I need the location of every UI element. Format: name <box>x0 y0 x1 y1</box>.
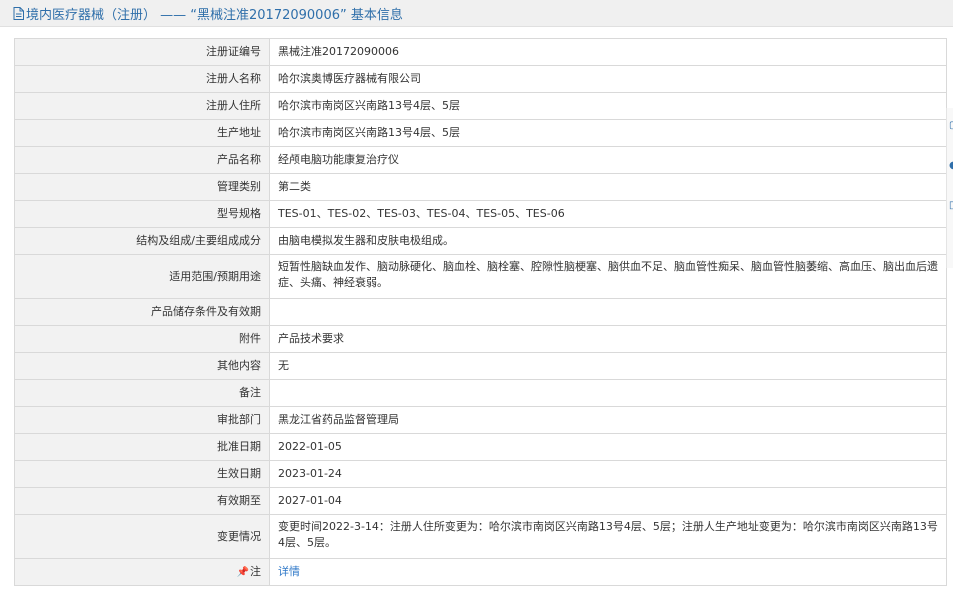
table-row: 注册人住所 哈尔滨市南岗区兴南路13号4层、5层 <box>14 92 947 120</box>
row-label: 批准日期 <box>14 433 270 461</box>
row-label: 产品储存条件及有效期 <box>14 298 270 326</box>
row-label: 生产地址 <box>14 119 270 147</box>
table-row: 管理类别 第二类 <box>14 173 947 201</box>
table-row: 生产地址 哈尔滨市南岗区兴南路13号4层、5层 <box>14 119 947 147</box>
dots-icon[interactable]: ⋮ <box>949 240 953 252</box>
registration-info-table: 注册证编号 黑械注准20172090006 注册人名称 哈尔滨奥博医疗器械有限公… <box>14 38 947 586</box>
square-icon[interactable]: □ <box>949 200 953 212</box>
table-row: 生效日期 2023-01-24 <box>14 460 947 488</box>
row-value <box>269 379 947 407</box>
row-value: 经颅电脑功能康复治疗仪 <box>269 146 947 174</box>
pin-icon: 📌 <box>236 566 249 578</box>
row-label: 型号规格 <box>14 200 270 228</box>
row-label: 变更情况 <box>14 514 270 559</box>
row-label: 注册人住所 <box>14 92 270 120</box>
row-value: 第二类 <box>269 173 947 201</box>
row-label: 其他内容 <box>14 352 270 380</box>
table-row: 注册人名称 哈尔滨奥博医疗器械有限公司 <box>14 65 947 93</box>
table-row: 审批部门 黑龙江省药品监督管理局 <box>14 406 947 434</box>
row-value: 哈尔滨奥博医疗器械有限公司 <box>269 65 947 93</box>
table-row: 变更情况 变更时间2022-3-14：注册人住所变更为：哈尔滨市南岗区兴南路13… <box>14 514 947 559</box>
row-value: 黑械注准20172090006 <box>269 38 947 66</box>
table-row: 产品名称 经颅电脑功能康复治疗仪 <box>14 146 947 174</box>
row-label: 结构及组成/主要组成成分 <box>14 227 270 255</box>
row-label: 注册人名称 <box>14 65 270 93</box>
row-value: 短暂性脑缺血发作、脑动脉硬化、脑血栓、脑栓塞、腔隙性脑梗塞、脑供血不足、脑血管性… <box>269 254 947 299</box>
row-value: 哈尔滨市南岗区兴南路13号4层、5层 <box>269 92 947 120</box>
row-label: 审批部门 <box>14 406 270 434</box>
row-label: 有效期至 <box>14 487 270 515</box>
note-value-cell: 详情 <box>269 558 947 586</box>
row-value: 2027-01-04 <box>269 487 947 515</box>
row-value: 黑龙江省药品监督管理局 <box>269 406 947 434</box>
table-row: 备注 <box>14 379 947 407</box>
row-value: TES-01、TES-02、TES-03、TES-04、TES-05、TES-0… <box>269 200 947 228</box>
row-value: 2023-01-24 <box>269 460 947 488</box>
row-label: 管理类别 <box>14 173 270 201</box>
details-link[interactable]: 详情 <box>278 565 300 578</box>
circle-icon[interactable]: ● <box>949 160 953 172</box>
row-value: 由脑电模拟发生器和皮肤电极组成。 <box>269 227 947 255</box>
page-header: 境内医疗器械（注册） —— “黑械注准20172090006” 基本信息 <box>0 0 953 27</box>
row-label: 生效日期 <box>14 460 270 488</box>
table-row: 适用范围/预期用途 短暂性脑缺血发作、脑动脉硬化、脑血栓、脑栓塞、腔隙性脑梗塞、… <box>14 254 947 299</box>
row-value: 产品技术要求 <box>269 325 947 353</box>
note-label-cell: 📌注 <box>14 558 270 586</box>
document-icon[interactable]: ▢ <box>949 120 953 132</box>
document-icon <box>13 6 24 20</box>
table-row: 产品储存条件及有效期 <box>14 298 947 326</box>
table-row: 附件 产品技术要求 <box>14 325 947 353</box>
right-side-toolbar: ▢ ● □ ⋮ <box>946 108 953 268</box>
row-value <box>269 298 947 326</box>
table-row: 有效期至 2027-01-04 <box>14 487 947 515</box>
table-row: 批准日期 2022-01-05 <box>14 433 947 461</box>
table-row: 注册证编号 黑械注准20172090006 <box>14 38 947 66</box>
row-value: 哈尔滨市南岗区兴南路13号4层、5层 <box>269 119 947 147</box>
table-row: 其他内容 无 <box>14 352 947 380</box>
row-label: 备注 <box>14 379 270 407</box>
row-label: 产品名称 <box>14 146 270 174</box>
table-row: 结构及组成/主要组成成分 由脑电模拟发生器和皮肤电极组成。 <box>14 227 947 255</box>
note-row: 📌注 详情 <box>14 558 947 586</box>
row-value: 2022-01-05 <box>269 433 947 461</box>
table-row: 型号规格 TES-01、TES-02、TES-03、TES-04、TES-05、… <box>14 200 947 228</box>
row-label: 附件 <box>14 325 270 353</box>
note-label: 注 <box>250 564 261 578</box>
row-value: 变更时间2022-3-14：注册人住所变更为：哈尔滨市南岗区兴南路13号4层、5… <box>269 514 947 559</box>
row-value: 无 <box>269 352 947 380</box>
page-title: 境内医疗器械（注册） —— “黑械注准20172090006” 基本信息 <box>26 7 403 23</box>
row-label: 注册证编号 <box>14 38 270 66</box>
row-label: 适用范围/预期用途 <box>14 254 270 299</box>
